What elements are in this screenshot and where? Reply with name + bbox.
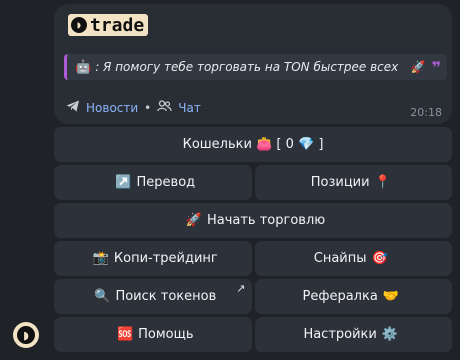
wallets-label: Кошельки 👛 [ 0 💎 ] — [182, 137, 324, 152]
switch-inline-icon: ↗ — [236, 282, 246, 295]
referral-label: Рефералка — [302, 289, 378, 304]
quote-mark-icon: ❞ — [431, 57, 441, 77]
referral-button[interactable]: Рефералка 🤝 — [254, 279, 452, 314]
telegram-icon — [66, 100, 80, 115]
snipes-button[interactable]: Снайпы 🎯 — [254, 241, 452, 276]
start-trading-button[interactable]: 🚀 Начать торговлю — [54, 203, 452, 238]
copy-trading-button[interactable]: 📸 Копи-трейдинг — [54, 241, 252, 276]
settings-label: Настройки — [303, 327, 377, 342]
positions-button[interactable]: Позиции 📍 — [254, 165, 452, 200]
magnifier-icon: 🔍 — [94, 289, 111, 304]
quote-text: : Я помогу тебе торговать на TON быстрее… — [95, 60, 399, 74]
chat-link[interactable]: Чат — [178, 101, 201, 115]
news-link[interactable]: Новости — [86, 101, 138, 115]
rocket-icon: 🚀 — [410, 60, 426, 74]
arrow-up-right-icon: ↗️ — [115, 175, 132, 190]
positions-label: Позиции — [310, 175, 370, 190]
message-links: Новости • Чат — [66, 100, 201, 115]
wallets-button[interactable]: Кошельки 👛 [ 0 💎 ] — [54, 127, 452, 162]
target-icon: 🎯 — [371, 251, 388, 266]
bot-avatar[interactable]: ◗ — [13, 322, 39, 348]
bot-message: ◗ trade 🤖 : Я помогу тебе торговать на T… — [54, 4, 452, 124]
search-tokens-label: Поиск токенов — [115, 289, 217, 304]
handshake-icon: 🤝 — [382, 289, 399, 304]
trade-logo: ◗ trade — [68, 14, 149, 36]
transfer-label: Перевод — [136, 175, 196, 190]
robot-icon: 🤖 — [75, 59, 92, 75]
logo-text: trade — [90, 14, 145, 36]
rocket-icon: 🚀 — [185, 213, 202, 228]
help-button[interactable]: 🆘 Помощь — [54, 317, 252, 352]
pin-icon: 📍 — [374, 175, 391, 190]
users-icon — [157, 100, 173, 115]
snipes-label: Снайпы — [313, 251, 367, 266]
link-separator: • — [144, 100, 152, 115]
settings-button[interactable]: Настройки ⚙️ — [254, 317, 452, 352]
message-time: 20:18 — [410, 106, 442, 119]
search-tokens-button[interactable]: 🔍 Поиск токенов ↗ — [54, 279, 252, 314]
sos-icon: 🆘 — [116, 327, 134, 342]
transfer-button[interactable]: ↗️ Перевод — [54, 165, 252, 200]
logo-mark-icon: ◗ — [71, 17, 87, 33]
avatar-logo-icon: ◗ — [17, 326, 35, 344]
copy-trading-label: Копи-трейдинг — [113, 251, 218, 266]
inline-keyboard: Кошельки 👛 [ 0 💎 ] ↗️ Перевод Позиции 📍 … — [54, 127, 452, 355]
gear-icon: ⚙️ — [381, 327, 399, 342]
help-label: Помощь — [138, 327, 194, 342]
camera-icon: 📸 — [92, 251, 109, 266]
quote-block: 🤖 : Я помогу тебе торговать на TON быстр… — [64, 54, 447, 80]
start-trading-label: Начать торговлю — [206, 213, 326, 228]
